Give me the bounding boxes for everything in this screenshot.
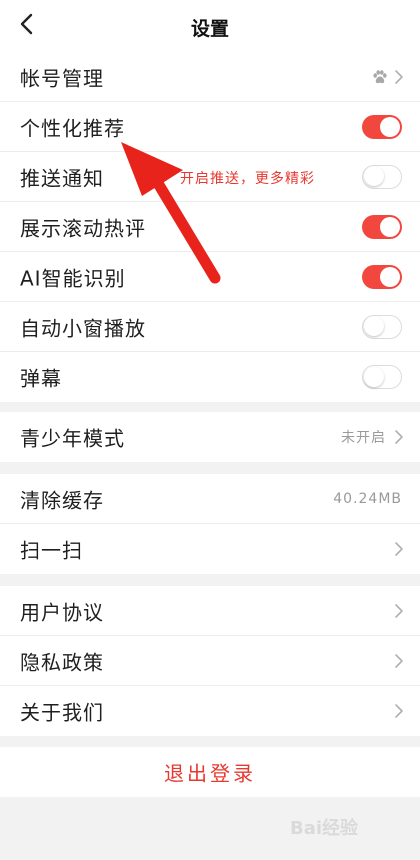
settings-group-about: 用户协议 隐私政策 关于我们	[0, 586, 420, 736]
row-label: 隐私政策	[20, 650, 104, 674]
toggle-knob	[364, 316, 384, 336]
logout-button[interactable]: 退出登录	[0, 747, 420, 797]
watermark-text: Bai经验	[290, 818, 359, 839]
cache-size: 40.24MB	[333, 490, 402, 507]
toggle-knob	[364, 166, 384, 186]
row-label: 关于我们	[20, 700, 104, 725]
teen-mode-status: 未开启	[341, 430, 386, 446]
row-scan[interactable]: 扫一扫	[0, 524, 420, 574]
settings-group-general: 帐号管理 个性化推荐 推送通知 展示滚动热评 AI智能识别 自动小窗播放 弹幕	[0, 52, 420, 402]
show-scrolling-comments-toggle[interactable]	[362, 214, 402, 239]
toggle-knob	[364, 366, 384, 387]
danmaku-toggle[interactable]	[362, 365, 402, 389]
row-show-scrolling-comments: 展示滚动热评	[0, 202, 420, 252]
row-label: 青少年模式	[20, 426, 125, 451]
header-bar: 设置	[0, 0, 420, 52]
row-label: 扫一扫	[20, 538, 83, 563]
toggle-knob	[380, 216, 400, 237]
row-account-management[interactable]: 帐号管理	[0, 52, 420, 102]
annotation-text: 开启推送，更多精彩	[180, 171, 315, 187]
toggle-knob	[380, 116, 400, 137]
chevron-right-icon	[395, 430, 403, 444]
row-label: 自动小窗播放	[20, 316, 146, 340]
chevron-right-icon	[395, 542, 403, 556]
settings-group-teen: 青少年模式 未开启	[0, 412, 420, 462]
row-clear-cache[interactable]: 清除缓存 40.24MB	[0, 474, 420, 524]
row-label: 个性化推荐	[20, 116, 125, 140]
settings-group-tools: 清除缓存 40.24MB 扫一扫	[0, 474, 420, 574]
row-auto-mini-window: 自动小窗播放	[0, 302, 420, 352]
row-privacy-policy[interactable]: 隐私政策	[0, 636, 420, 686]
chevron-right-icon	[395, 653, 403, 668]
push-notification-toggle[interactable]	[362, 164, 402, 189]
row-label: 帐号管理	[20, 66, 104, 90]
row-label: 弹幕	[20, 366, 62, 391]
row-personalized-recommendation: 个性化推荐	[0, 102, 420, 152]
personalized-recommendation-toggle[interactable]	[362, 114, 402, 139]
chevron-right-icon	[395, 69, 403, 84]
ai-recognition-toggle[interactable]	[362, 264, 402, 289]
row-label: AI智能识别	[20, 266, 126, 290]
row-ai-recognition: AI智能识别	[0, 252, 420, 302]
row-label: 展示滚动热评	[20, 216, 146, 240]
logout-label: 退出登录	[164, 761, 256, 786]
watermark: Bai经验	[290, 808, 400, 842]
page-title: 设置	[190, 18, 229, 40]
chevron-right-icon	[395, 603, 403, 618]
auto-mini-window-toggle[interactable]	[362, 314, 402, 339]
row-user-agreement[interactable]: 用户协议	[0, 586, 420, 636]
row-label: 推送通知	[20, 166, 104, 190]
row-label: 用户协议	[20, 600, 104, 624]
row-about-us[interactable]: 关于我们	[0, 686, 420, 736]
row-teen-mode[interactable]: 青少年模式 未开启	[0, 412, 420, 462]
row-label: 清除缓存	[20, 488, 104, 512]
row-danmaku: 弹幕	[0, 352, 420, 402]
paw-icon	[373, 69, 387, 83]
toggle-knob	[380, 266, 400, 287]
chevron-right-icon	[395, 704, 403, 718]
